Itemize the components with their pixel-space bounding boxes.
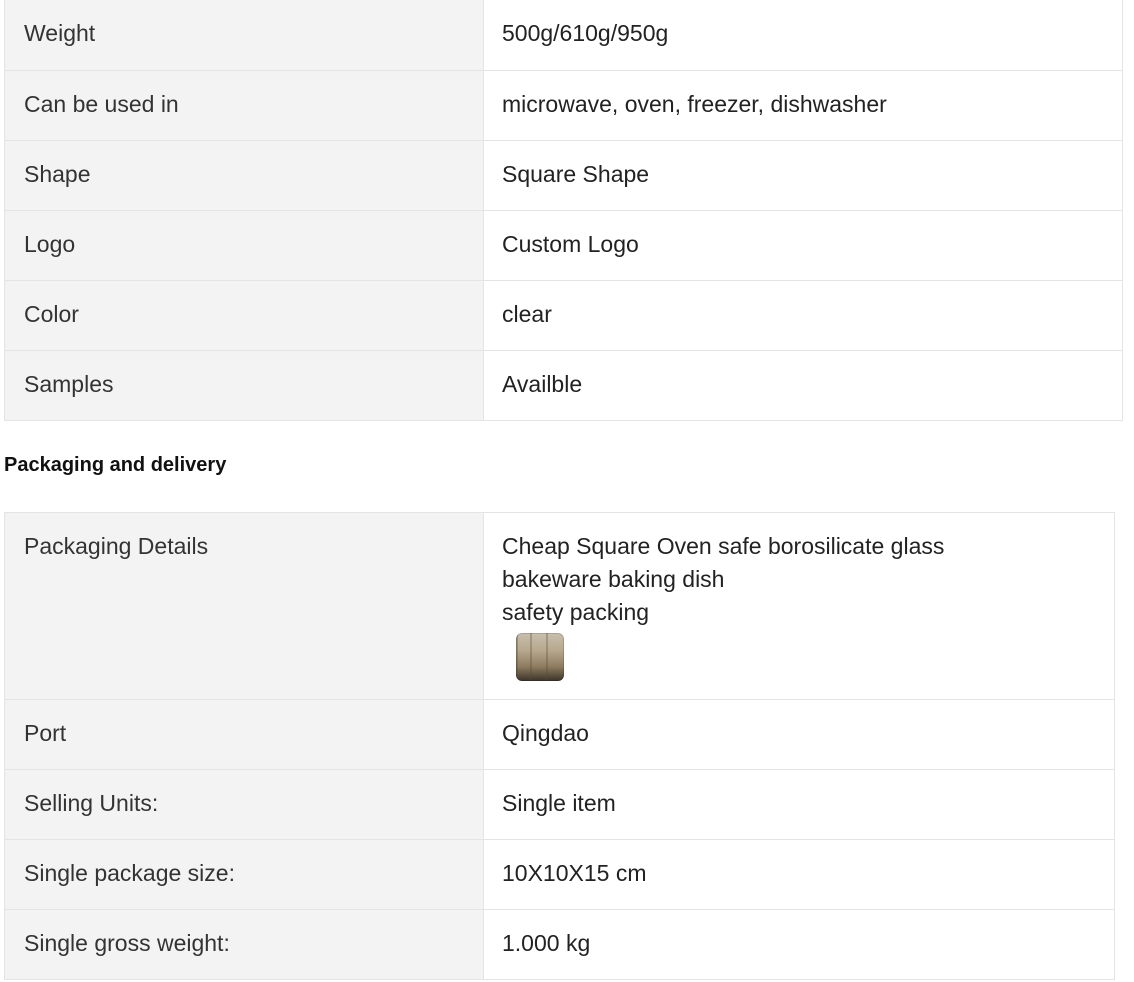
attribute-value: clear: [483, 279, 1123, 351]
table-row: Samples Availble: [4, 349, 1123, 421]
packaging-details-line: bakeware baking dish: [502, 566, 725, 592]
packaging-details-line: safety packing: [502, 599, 650, 625]
table-row: Logo Custom Logo: [4, 209, 1123, 281]
table-row: Shape Square Shape: [4, 139, 1123, 211]
table-row: Packaging Details Cheap Square Oven safe…: [4, 512, 1115, 700]
attribute-label: Can be used in: [4, 69, 484, 141]
attribute-label: Port: [4, 699, 484, 770]
attribute-value: Qingdao: [483, 699, 1115, 770]
attribute-label: Shape: [4, 139, 484, 211]
packaging-delivery-table: Packaging Details Cheap Square Oven safe…: [4, 512, 1115, 980]
attribute-label: Single gross weight:: [4, 909, 484, 980]
table-row: Color clear: [4, 279, 1123, 351]
section-heading-packaging: Packaging and delivery: [4, 454, 227, 476]
attribute-label: Packaging Details: [4, 512, 484, 700]
packaging-details-line: Cheap Square Oven safe borosilicate glas…: [502, 533, 945, 559]
table-row: Port Qingdao: [4, 699, 1115, 770]
attribute-value: Custom Logo: [483, 209, 1123, 281]
product-attributes-table: Weight 500g/610g/950g Can be used in mic…: [4, 0, 1123, 421]
attribute-value: 1.000 kg: [483, 909, 1115, 980]
packaging-details-value: Cheap Square Oven safe borosilicate glas…: [483, 512, 1115, 700]
attribute-label: Logo: [4, 209, 484, 281]
attribute-label: Color: [4, 279, 484, 351]
attribute-value: Availble: [483, 349, 1123, 421]
attribute-value: Square Shape: [483, 139, 1123, 211]
attribute-value: 500g/610g/950g: [483, 0, 1123, 71]
attribute-label: Weight: [4, 0, 484, 71]
attribute-label: Single package size:: [4, 839, 484, 910]
table-row: Can be used in microwave, oven, freezer,…: [4, 69, 1123, 141]
attribute-value: Single item: [483, 769, 1115, 840]
table-row: Single gross weight: 1.000 kg: [4, 909, 1115, 980]
table-row: Single package size: 10X10X15 cm: [4, 839, 1115, 910]
attribute-label: Samples: [4, 349, 484, 421]
attribute-value: 10X10X15 cm: [483, 839, 1115, 910]
attribute-value: microwave, oven, freezer, dishwasher: [483, 69, 1123, 141]
table-row: Weight 500g/610g/950g: [4, 0, 1123, 71]
table-row: Selling Units: Single item: [4, 769, 1115, 840]
attribute-label: Selling Units:: [4, 769, 484, 840]
package-photo-thumbnail-icon[interactable]: [516, 633, 564, 681]
